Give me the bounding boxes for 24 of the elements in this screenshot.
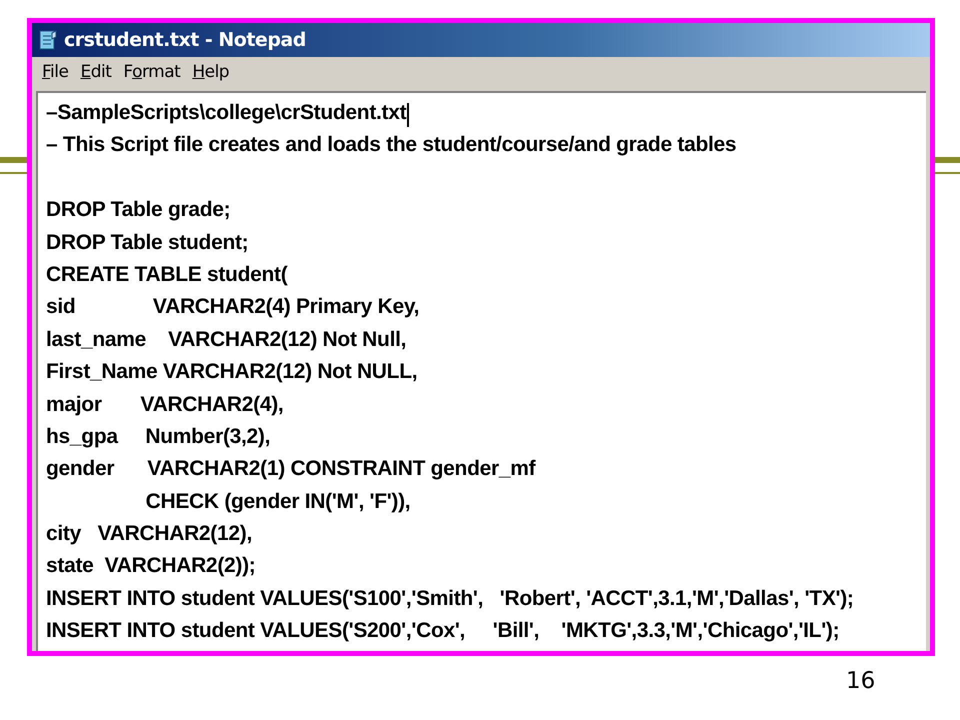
menu-item[interactable]: Edit xyxy=(80,60,112,86)
code-line: gender VARCHAR2(1) CONSTRAINT gender_mf xyxy=(46,456,536,482)
code-line: INSERT INTO student VALUES('S100','Smith', 'Robert', 'ACCT',3.1,'M','Dallas', 'TX'); xyxy=(46,586,854,612)
notepad-icon xyxy=(38,29,58,51)
code-line: – This Script file creates and loads the student/course/and grade tables xyxy=(46,132,736,158)
code-line: –SampleScripts\college\crStudent.txt xyxy=(46,100,406,126)
text-cursor xyxy=(407,102,410,127)
code-line: CHECK (gender IN('M', 'F')), xyxy=(144,488,410,515)
code-line: First_Name VARCHAR2(12) Not NULL, xyxy=(46,359,418,386)
code-line: hs_gpa Number(3,2), xyxy=(46,424,270,450)
menu-item[interactable]: Format xyxy=(123,60,180,86)
code-line: city VARCHAR2(12), xyxy=(46,521,252,548)
slide-number: 16 xyxy=(846,667,876,696)
code-line: state VARCHAR2(2)); xyxy=(46,553,256,580)
code-line: DROP Table student; xyxy=(46,230,248,256)
code-line: INSERT INTO student VALUES('S200','Cox', 'Bill', 'MKTG',3.3,'M','Chicago','IL'); xyxy=(46,618,840,644)
code-line: major VARCHAR2(4), xyxy=(46,392,284,418)
code-line: CREATE TABLE student( xyxy=(46,262,288,288)
code-line: DROP Table grade; xyxy=(46,197,230,224)
menu-item[interactable]: Help xyxy=(192,60,230,86)
code-line: sid VARCHAR2(4) Primary Key, xyxy=(46,294,420,320)
menu-item[interactable]: File xyxy=(42,60,68,86)
code-line: last_name VARCHAR2(12) Not Null, xyxy=(46,326,406,353)
window-title: crstudent.txt - Notepad xyxy=(64,28,306,53)
